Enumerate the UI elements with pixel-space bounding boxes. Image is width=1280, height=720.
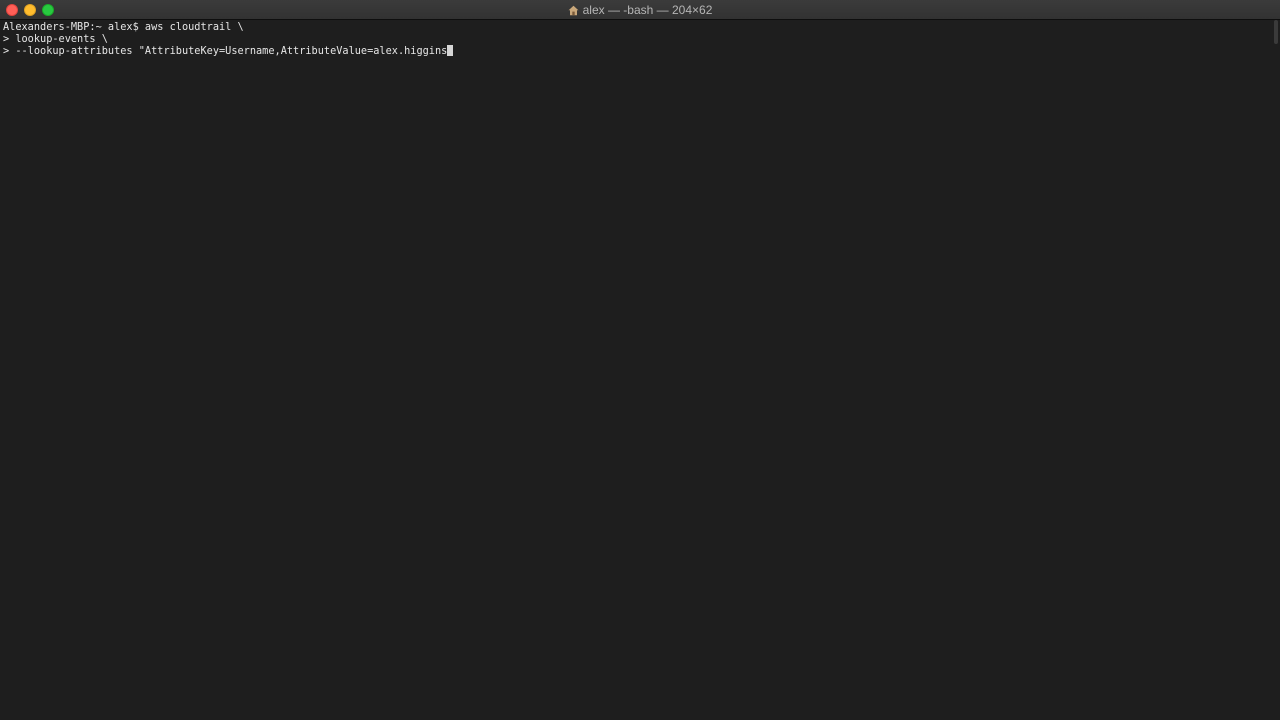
current-command-text: > --lookup-attributes "AttributeKey=User… — [3, 45, 448, 57]
window-title: alex — -bash — 204×62 — [0, 0, 1280, 20]
terminal-window: alex — -bash — 204×62 Alexanders-MBP:~ a… — [0, 0, 1280, 720]
terminal-line: > --lookup-attributes "AttributeKey=User… — [3, 45, 1270, 57]
terminal-content[interactable]: Alexanders-MBP:~ alex$ aws cloudtrail \ … — [0, 20, 1270, 720]
window-title-text: alex — -bash — 204×62 — [582, 3, 713, 17]
terminal-line: > lookup-events \ — [3, 33, 108, 45]
scrollbar[interactable] — [1274, 20, 1278, 44]
home-icon — [568, 2, 579, 22]
title-bar[interactable]: alex — -bash — 204×62 — [0, 0, 1280, 20]
terminal-line: Alexanders-MBP:~ alex$ aws cloudtrail \ — [3, 21, 244, 33]
text-cursor — [447, 45, 454, 56]
